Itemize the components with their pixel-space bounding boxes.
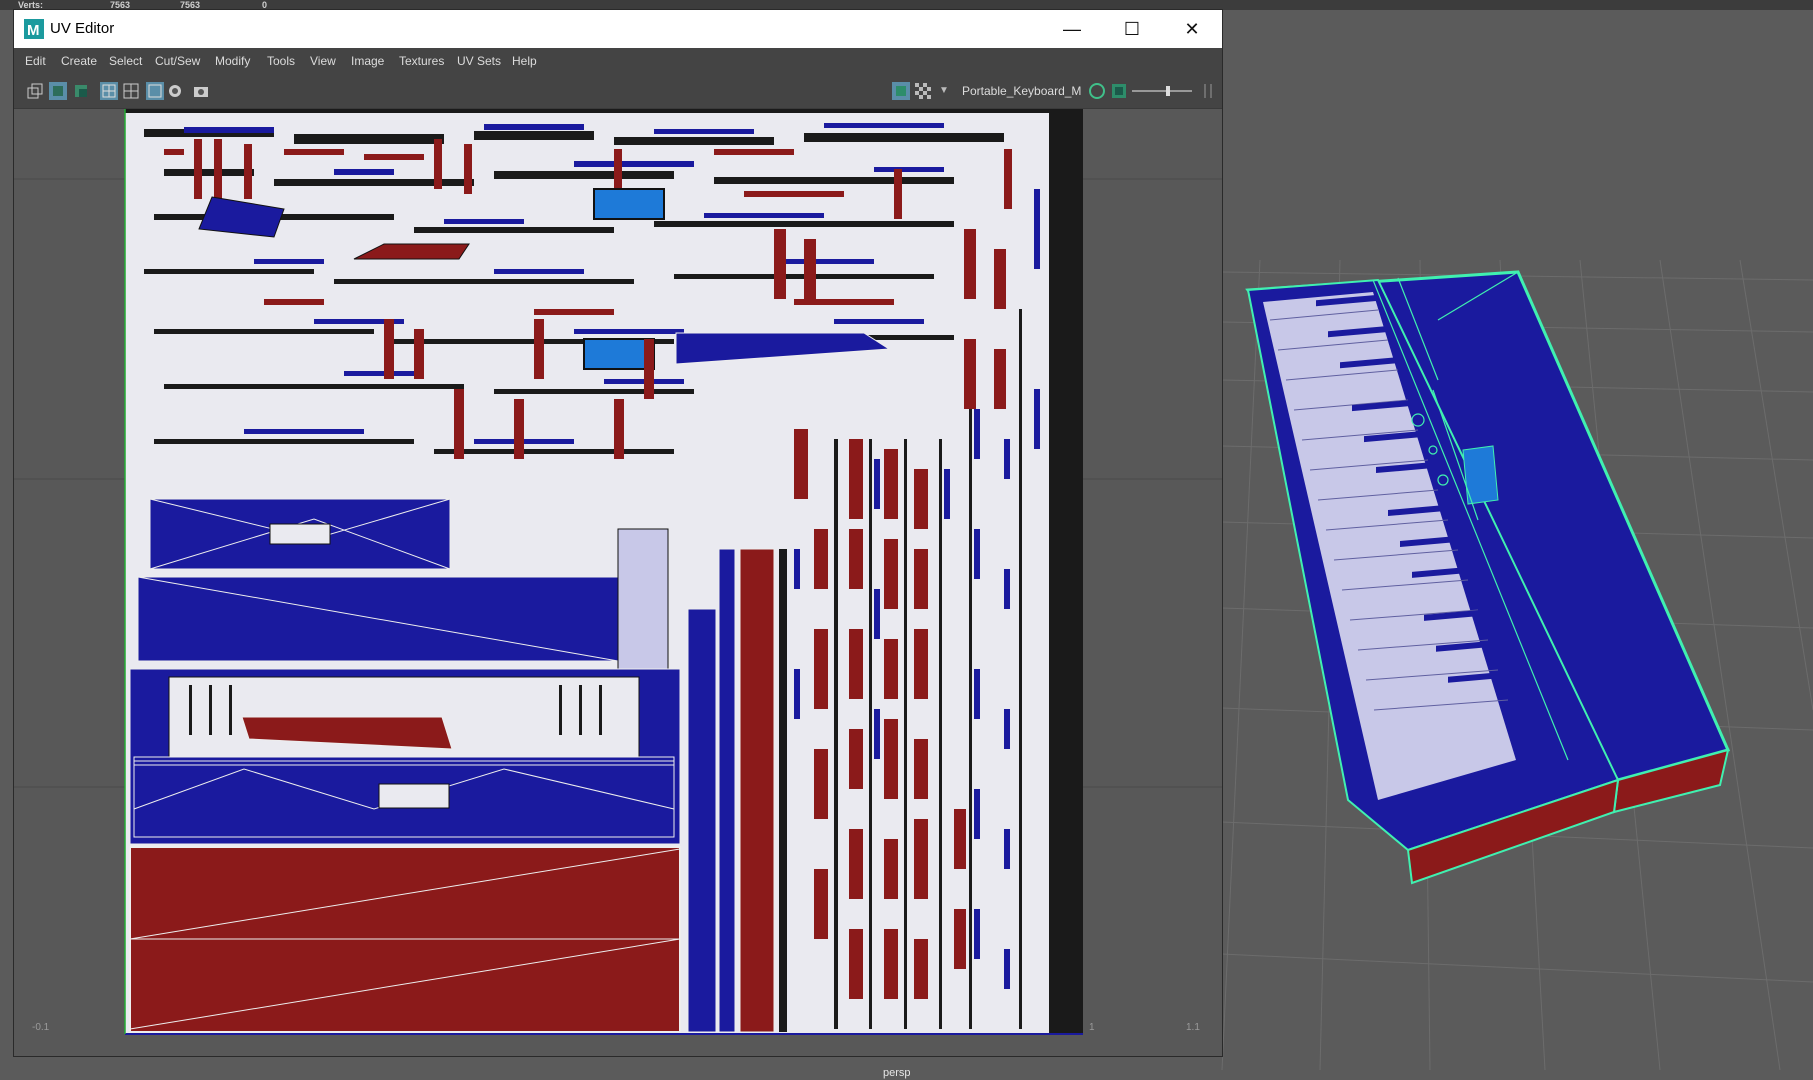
exposure-slider[interactable] xyxy=(1132,86,1192,96)
menu-modify[interactable]: Modify xyxy=(215,54,250,68)
menu-tools[interactable]: Tools xyxy=(267,54,295,68)
svg-text:M: M xyxy=(27,22,40,39)
camera-label: persp xyxy=(883,1067,911,1079)
chevron-down-icon[interactable]: ▼ xyxy=(939,85,949,96)
keyboard-3d-model[interactable] xyxy=(1228,240,1748,920)
menu-uv-sets[interactable]: UV Sets xyxy=(457,54,501,68)
checker-grid-icon[interactable] xyxy=(146,82,164,100)
hud-verts-label: Verts: xyxy=(18,0,44,10)
hud-verts-value-3: 0 xyxy=(262,0,268,10)
menu-image[interactable]: Image xyxy=(351,54,384,68)
grid-icon[interactable] xyxy=(100,82,118,100)
axis-label-mid: 1 xyxy=(1089,1022,1095,1033)
snapshot-camera-icon[interactable] xyxy=(192,82,210,100)
uv-shell-icon[interactable] xyxy=(26,82,44,100)
toolbar-expand-icon[interactable] xyxy=(1199,82,1217,100)
uv-canvas[interactable]: -0.1 1 1.1 xyxy=(14,109,1222,1056)
axis-label-left: -0.1 xyxy=(32,1022,50,1033)
menu-select[interactable]: Select xyxy=(109,54,142,68)
uv-toolbar: ▼ Portable_Keyboard_M xyxy=(14,74,1222,109)
close-button[interactable]: ✕ xyxy=(1162,10,1222,48)
shaded-uv-icon[interactable] xyxy=(49,82,67,100)
menu-edit[interactable]: Edit xyxy=(25,54,46,68)
hud-verts-value-2: 7563 xyxy=(180,0,201,10)
menu-help[interactable]: Help xyxy=(512,54,537,68)
snap-grid-icon[interactable] xyxy=(122,82,140,100)
display-image-icon[interactable] xyxy=(892,82,910,100)
maya-app-icon: M xyxy=(24,19,44,39)
uv-set-name[interactable]: Portable_Keyboard_M xyxy=(962,84,1081,98)
uv-layout[interactable] xyxy=(14,109,1222,1056)
uv-editor-window[interactable]: M UV Editor — ☐ ✕ Edit Create Select Cut… xyxy=(14,10,1222,1056)
title-bar[interactable]: M UV Editor — ☐ ✕ xyxy=(14,10,1222,48)
menu-bar: Edit Create Select Cut/Sew Modify Tools … xyxy=(14,48,1222,74)
display-settings-icon[interactable] xyxy=(166,82,184,100)
maximize-button[interactable]: ☐ xyxy=(1102,10,1162,48)
hud-verts-value-1: 7563 xyxy=(110,0,131,10)
hud-bar: Verts: 7563 7563 0 xyxy=(0,0,1813,10)
minimize-button[interactable]: — xyxy=(1042,10,1102,48)
uv-sphere-icon[interactable] xyxy=(1088,82,1106,100)
checker-tile-icon[interactable] xyxy=(914,82,932,100)
image-channel-icon[interactable] xyxy=(1110,82,1128,100)
menu-textures[interactable]: Textures xyxy=(399,54,444,68)
axis-label-right: 1.1 xyxy=(1186,1022,1200,1033)
texture-borders-icon[interactable] xyxy=(72,82,90,100)
menu-create[interactable]: Create xyxy=(61,54,97,68)
menu-cut-sew[interactable]: Cut/Sew xyxy=(155,54,200,68)
menu-view[interactable]: View xyxy=(310,54,336,68)
window-title: UV Editor xyxy=(50,20,115,37)
